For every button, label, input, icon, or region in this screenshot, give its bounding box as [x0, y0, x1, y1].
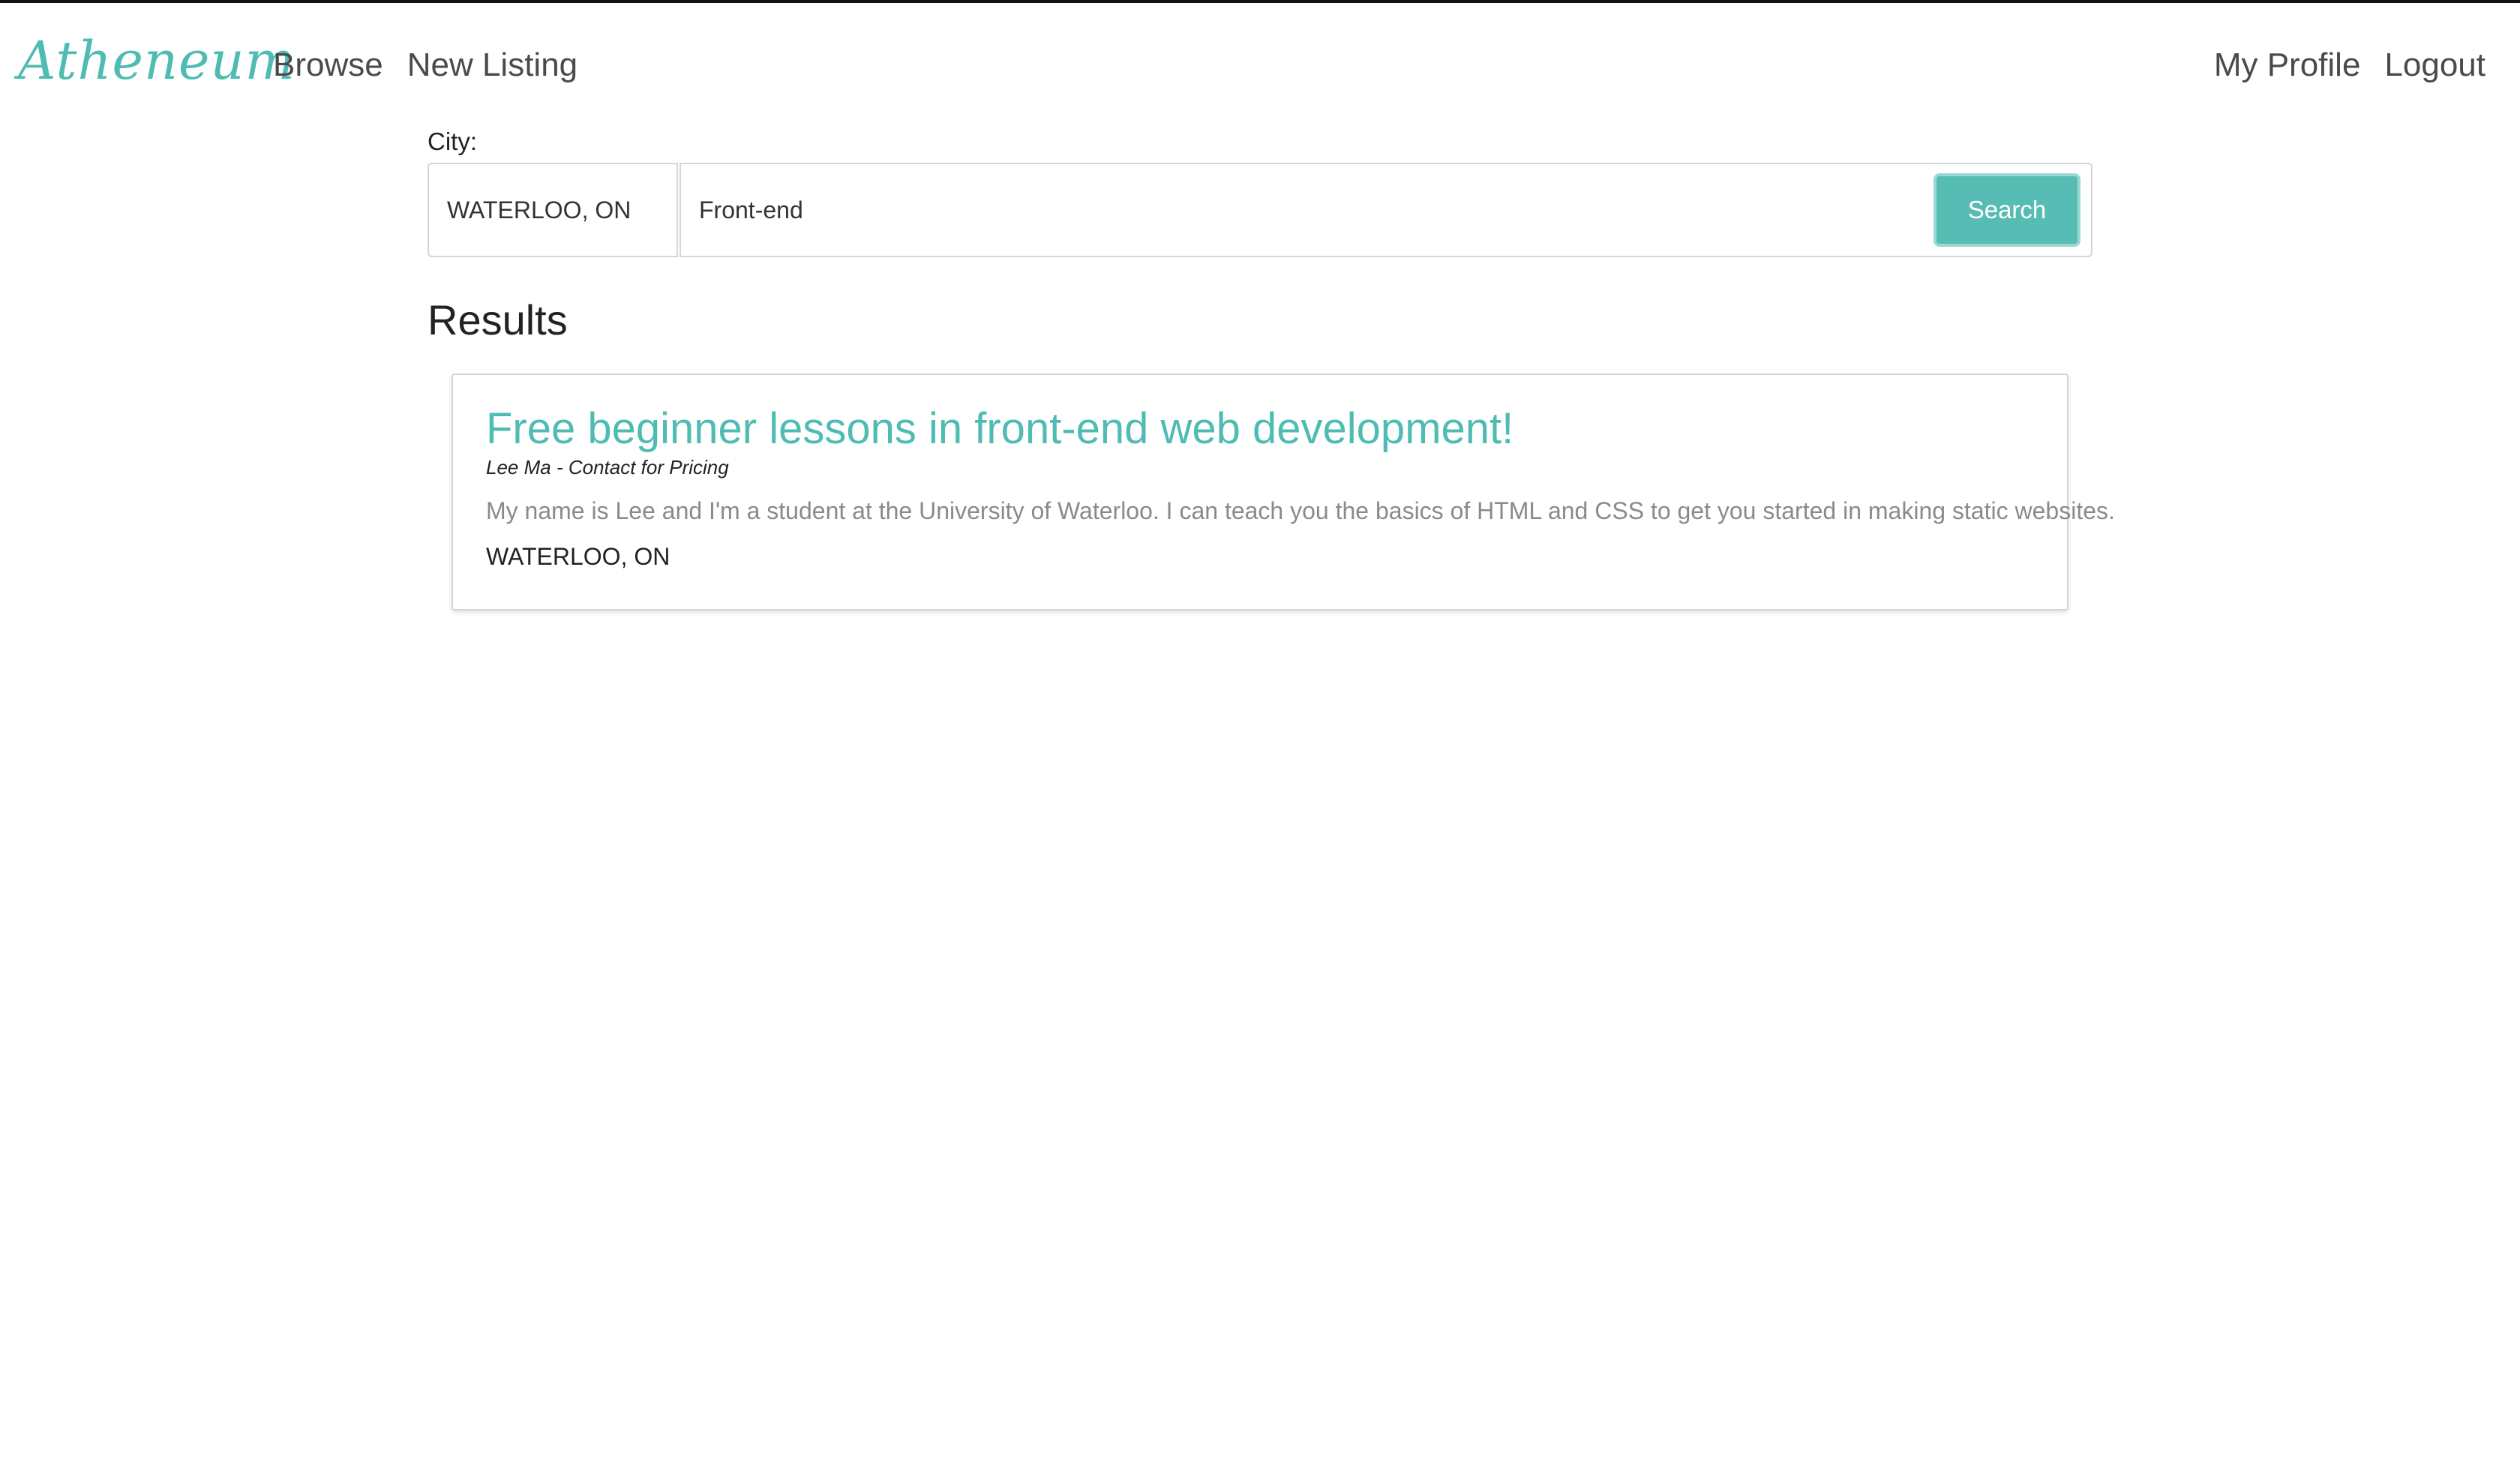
query-field-wrapper: Search [680, 163, 2092, 257]
search-button[interactable]: Search [1934, 173, 2080, 247]
listing-description: My name is Lee and I'm a student at the … [486, 497, 2115, 524]
search-input[interactable] [681, 164, 1947, 256]
city-input[interactable] [428, 163, 678, 257]
nav-logout-link[interactable]: Logout [2384, 46, 2486, 84]
listing-title-link[interactable]: Free beginner lessons in front-end web d… [486, 405, 2034, 453]
page: Atheneum Browse New Listing My Profile L… [0, 0, 2520, 1467]
search-bar: Search [428, 163, 2092, 257]
top-navbar: Atheneum Browse New Listing My Profile L… [0, 3, 2520, 130]
listing-meta: Lee Ma - Contact for Pricing [486, 456, 729, 478]
results-heading: Results [428, 296, 568, 344]
nav-browse-link[interactable]: Browse [273, 46, 383, 84]
nav-right-links: My Profile Logout [2214, 46, 2486, 84]
result-card[interactable]: Free beginner lessons in front-end web d… [452, 374, 2115, 610]
nav-left-links: Browse New Listing [273, 46, 578, 84]
nav-my-profile-link[interactable]: My Profile [2214, 46, 2361, 84]
logo-link[interactable]: Atheneum [18, 30, 296, 92]
listing-city: WATERLOO, ON [486, 543, 670, 570]
city-label: City: [428, 128, 477, 155]
nav-new-listing-link[interactable]: New Listing [407, 46, 578, 84]
